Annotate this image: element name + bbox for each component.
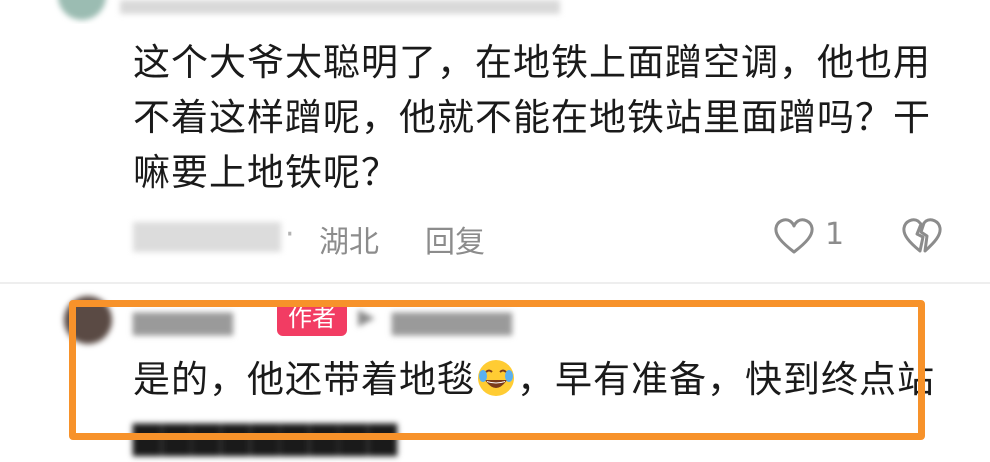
divider (0, 282, 990, 284)
heart-outline-icon (774, 218, 814, 254)
broken-heart-icon (902, 218, 942, 253)
like-count: 1 (825, 217, 845, 252)
comment-meta-row: · 湖北 回复 1 (133, 213, 963, 261)
laughing-crying-emoji (478, 360, 514, 396)
blurred-username (120, 0, 560, 14)
blurred-reply-target: ▆▆▆▆▆▆ (392, 306, 512, 336)
blurred-reply-username: ▆▆▆▆▆ (133, 306, 233, 336)
reply-text-overflow-line: ▆▆▆▆▆▆▆▆▆ (133, 413, 399, 456)
reply-text-before: 是的，他还带着地毯 (133, 358, 475, 401)
comment-location: 湖北 (319, 225, 379, 260)
previous-comment-fragment (0, 0, 990, 24)
reply-arrow-icon: ▶ (358, 305, 375, 330)
reply-text: 是的，他还带着地毯 ，早有准备，快到终点站 (133, 352, 953, 407)
dislike-button[interactable] (901, 217, 943, 259)
meta-separator: · (285, 217, 295, 252)
like-button[interactable]: 1 (773, 213, 853, 259)
author-badge: 作者 (277, 300, 347, 336)
reply-avatar[interactable] (64, 296, 112, 344)
avatar[interactable] (58, 0, 106, 20)
blurred-timestamp (133, 222, 281, 252)
reply-button[interactable]: 回复 (425, 217, 485, 261)
comment-text: 这个大爷太聪明了，在地铁上面蹭空调，他也用 不着这样蹭呢，他就不能在地铁站里面蹭… (133, 41, 931, 194)
reply-text-after: ，早有准备，快到终点站 (517, 358, 935, 401)
